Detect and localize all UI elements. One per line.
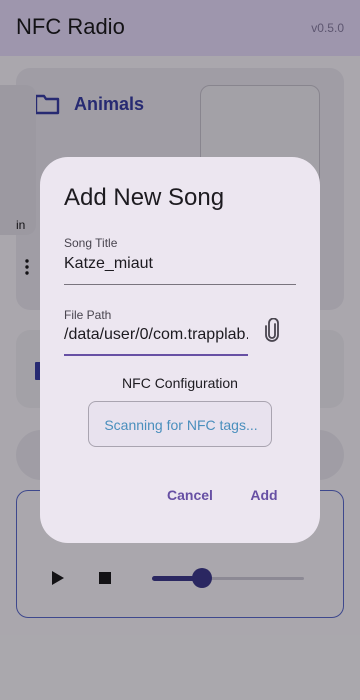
file-path-underline <box>64 354 248 356</box>
file-path-input[interactable]: /data/user/0/com.trapplab.nfc_radio/file… <box>64 326 248 344</box>
file-path-label: File Path <box>64 308 112 322</box>
song-title-underline <box>64 284 296 285</box>
nfc-scan-status: Scanning for NFC tags... <box>88 401 272 447</box>
paperclip-icon[interactable] <box>263 318 281 342</box>
cancel-button[interactable]: Cancel <box>160 480 220 510</box>
song-title-label: Song Title <box>64 236 118 250</box>
song-title-input[interactable]: Katze_miaut <box>64 255 153 273</box>
add-song-dialog: Add New Song Song Title Katze_miaut File… <box>40 157 320 543</box>
nfc-section-title: NFC Configuration <box>122 375 238 391</box>
dialog-title: Add New Song <box>64 184 225 211</box>
nfc-scan-text: Scanning for NFC tags... <box>104 417 258 433</box>
add-button[interactable]: Add <box>244 480 284 510</box>
